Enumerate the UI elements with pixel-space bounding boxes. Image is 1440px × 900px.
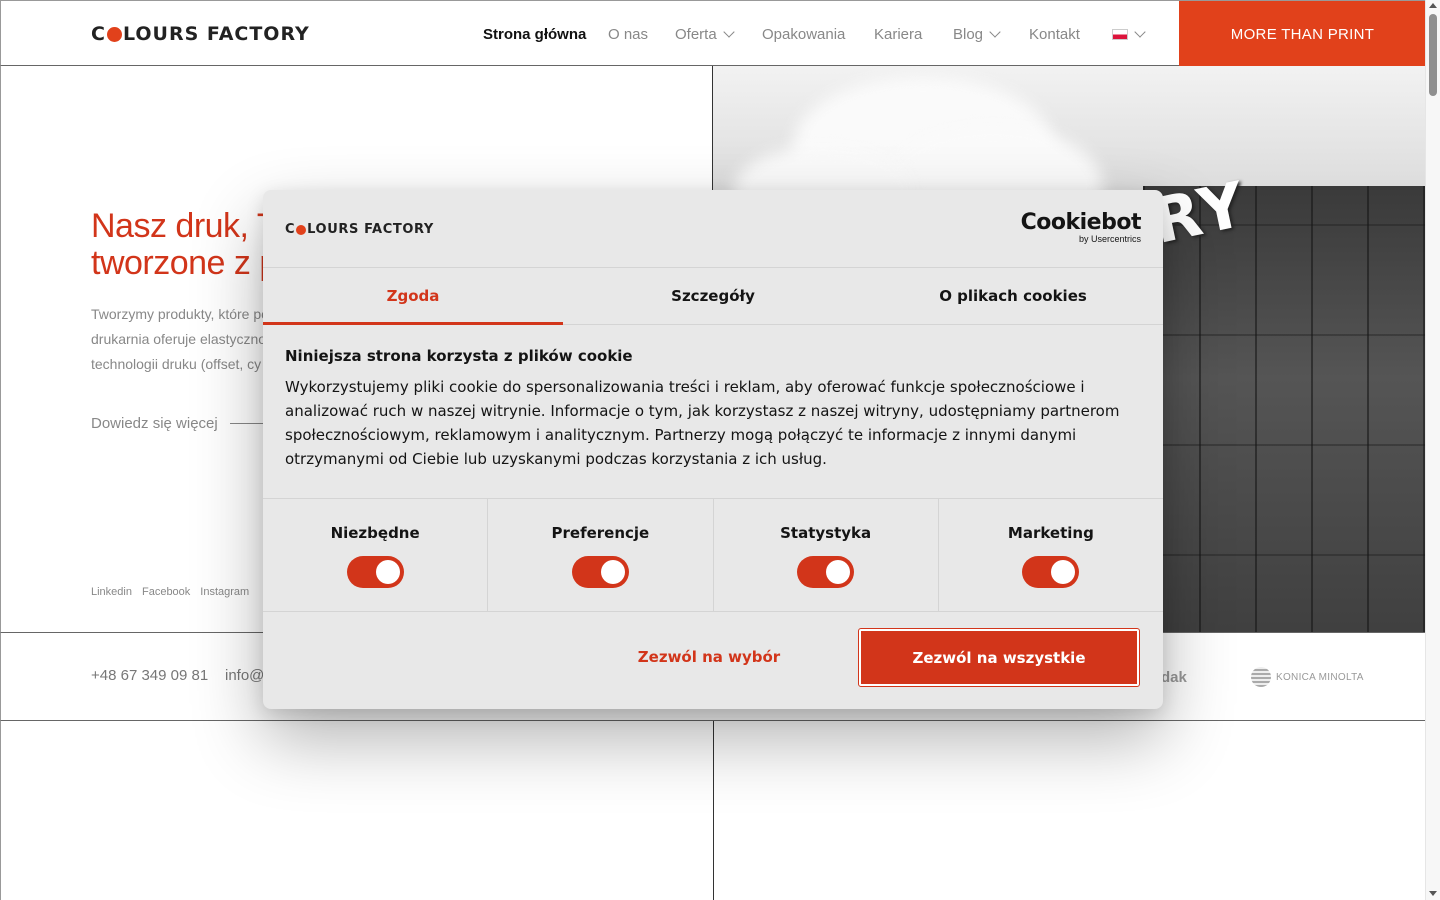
- tab-consent[interactable]: Zgoda: [263, 268, 563, 325]
- toggle-marketing: Marketing: [939, 499, 1163, 611]
- allow-all-button[interactable]: Zezwól na wszystkie: [858, 628, 1140, 687]
- social-links: Linkedin Facebook Instagram: [91, 586, 249, 598]
- kodak-logo: dak: [1161, 669, 1187, 686]
- nav-item-blog[interactable]: Blog: [953, 1, 1029, 67]
- nav-label: Opakowania: [762, 25, 846, 43]
- nav-label: Kariera: [874, 25, 923, 43]
- cta-label: MORE THAN PRINT: [1230, 25, 1375, 43]
- poland-flag-icon: [1112, 28, 1128, 40]
- switch-knob: [1051, 560, 1076, 584]
- language-switcher[interactable]: [1112, 1, 1162, 67]
- marketing-switch[interactable]: [1022, 556, 1080, 588]
- toggle-label: Marketing: [1007, 524, 1094, 542]
- logo-text: LOURS FACTORY: [122, 23, 310, 45]
- dialog-header: C LOURS FACTORY Cookiebot by Usercentrics: [263, 190, 1163, 268]
- tab-label: O plikach cookies: [939, 287, 1087, 305]
- konica-label: KONICA MINOLTA: [1276, 671, 1364, 683]
- nav-item-offer[interactable]: Oferta: [675, 1, 762, 67]
- linkedin-link[interactable]: Linkedin: [91, 586, 132, 598]
- button-label: Zezwól na wszystkie: [912, 648, 1086, 667]
- nav-label: Kontakt: [1029, 25, 1080, 43]
- scroll-up-icon[interactable]: [1429, 3, 1437, 8]
- nav-item-contact[interactable]: Kontakt: [1029, 1, 1112, 67]
- konica-globe-icon: [1251, 667, 1271, 687]
- nav-item-about[interactable]: O nas: [608, 1, 675, 67]
- dialog-heading: Niniejsza strona korzysta z plików cooki…: [285, 347, 633, 365]
- tab-label: Zgoda: [386, 287, 440, 305]
- nav-label: Strona główna: [483, 25, 587, 43]
- site-header: C LOURS FACTORY Strona główna O nas Ofert…: [0, 0, 1426, 67]
- logo-letter: C: [91, 23, 106, 45]
- nav-label: O nas: [608, 25, 649, 43]
- tab-label: Szczegóły: [671, 287, 755, 305]
- page-scrollbar[interactable]: [1425, 0, 1440, 900]
- scroll-thumb[interactable]: [1429, 14, 1437, 96]
- nav-label: Blog: [953, 25, 984, 43]
- logo-letter: C: [285, 222, 296, 237]
- dialog-text: Wykorzystujemy pliki cookie do spersonal…: [285, 378, 1120, 468]
- dialog-body: Niniejsza strona korzysta z plików cooki…: [285, 347, 1145, 471]
- toggle-label: Statystyka: [780, 524, 872, 542]
- page: C LOURS FACTORY Strona główna O nas Ofert…: [0, 0, 1440, 900]
- toggle-preferences: Preferencje: [488, 499, 714, 611]
- switch-knob: [600, 560, 625, 584]
- instagram-link[interactable]: Instagram: [200, 586, 249, 598]
- nav-item-packaging[interactable]: Opakowania: [762, 1, 874, 67]
- facebook-link[interactable]: Facebook: [142, 586, 190, 598]
- chevron-down-icon: [989, 25, 1001, 38]
- main-nav: Strona główna O nas Oferta Opakowania Ka…: [483, 1, 1162, 67]
- nav-item-home[interactable]: Strona główna: [483, 1, 608, 67]
- logo-dot-icon: [296, 224, 307, 235]
- more-than-print-button[interactable]: MORE THAN PRINT: [1179, 1, 1426, 67]
- dialog-tabs: Zgoda Szczegóły O plikach cookies: [263, 268, 1163, 325]
- toggle-label: Niezbędne: [330, 524, 420, 542]
- toggle-necessary: Niezbędne: [263, 499, 489, 611]
- preferences-switch[interactable]: [571, 556, 629, 588]
- necessary-switch[interactable]: [346, 556, 404, 588]
- chevron-down-icon: [1134, 25, 1146, 38]
- konica-minolta-logo: KONICA MINOLTA: [1251, 667, 1364, 687]
- switch-knob: [826, 560, 851, 584]
- toggle-statistics: Statystyka: [714, 499, 939, 611]
- nav-item-career[interactable]: Kariera: [874, 1, 953, 67]
- cookiebot-logo[interactable]: Cookiebot by Usercentrics: [1020, 210, 1142, 245]
- chevron-down-icon: [723, 25, 735, 38]
- toggle-label: Preferencje: [551, 524, 650, 542]
- switch-knob: [375, 560, 400, 584]
- tab-about-cookies[interactable]: O plikach cookies: [863, 268, 1163, 324]
- dialog-site-logo: C LOURS FACTORY: [285, 222, 434, 237]
- cookiebot-sub: by Usercentrics: [1078, 234, 1141, 244]
- learn-more-link[interactable]: Dowiedz się więcej: [91, 415, 290, 432]
- cookiebot-name: Cookiebot: [1020, 210, 1142, 235]
- cookie-consent-dialog: C LOURS FACTORY Cookiebot by Usercentrics…: [263, 190, 1163, 709]
- building-facade: [1143, 186, 1425, 633]
- site-logo[interactable]: C LOURS FACTORY: [91, 23, 310, 45]
- learn-more-label: Dowiedz się więcej: [91, 415, 218, 432]
- logo-dot-icon: [106, 26, 122, 42]
- button-label: Zezwól na wybór: [637, 648, 781, 666]
- scroll-down-icon[interactable]: [1429, 891, 1437, 896]
- logo-text: LOURS FACTORY: [307, 222, 434, 237]
- statistics-switch[interactable]: [797, 556, 855, 588]
- nav-label: Oferta: [675, 25, 717, 43]
- consent-toggles: Niezbędne Preferencje Statystyka Marketi…: [263, 498, 1163, 612]
- tab-details[interactable]: Szczegóły: [563, 268, 863, 324]
- allow-selection-button[interactable]: Zezwól na wybór: [574, 630, 844, 684]
- phone-link[interactable]: +48 67 349 09 81: [91, 667, 208, 684]
- lower-section: [0, 721, 714, 900]
